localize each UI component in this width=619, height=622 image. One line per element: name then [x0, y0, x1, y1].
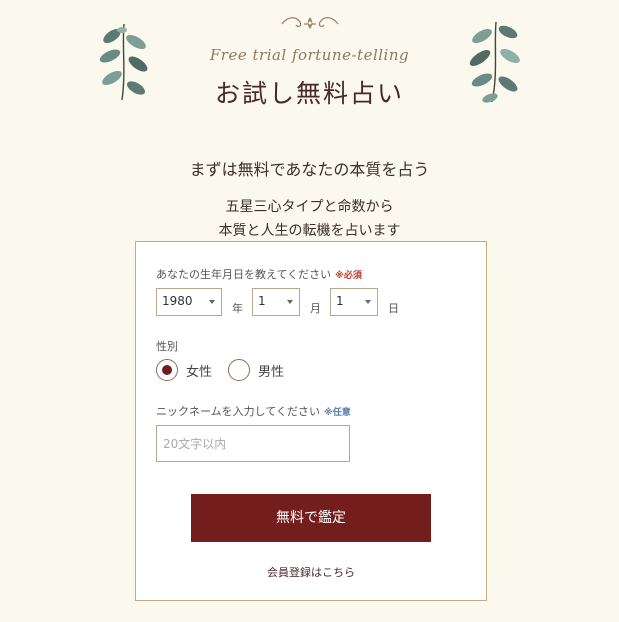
chevron-down-icon	[209, 300, 215, 304]
gender-male-label[interactable]: 男性	[258, 361, 284, 380]
birth-month-value: 1	[258, 294, 266, 308]
fortune-form: あなたの生年月日を教えてください ※必須 1980 年 1 月 1 日 性別 女性…	[135, 241, 487, 601]
nickname-label: ニックネームを入力してください ※任意	[156, 403, 351, 419]
birth-month-select[interactable]: 1	[252, 288, 300, 316]
ornament-icon	[281, 17, 339, 29]
gender-label: 性別	[156, 340, 178, 353]
required-badge: ※必須	[335, 271, 362, 281]
intro-line-2: 本質と人生の転機を占います	[218, 223, 401, 239]
gender-female-radio[interactable]	[156, 359, 178, 381]
month-unit: 月	[310, 302, 321, 315]
birth-year-value: 1980	[162, 294, 193, 308]
birth-day-value: 1	[336, 294, 344, 308]
intro-line-1: 五星三心タイプと命数から	[225, 199, 394, 215]
birth-date-label: あなたの生年月日を教えてください ※必須	[156, 266, 362, 282]
page-title: お試し無料占い	[214, 79, 404, 108]
birth-day-select[interactable]: 1	[330, 288, 378, 316]
script-subtitle: Free trial fortune-telling	[209, 46, 410, 64]
submit-button[interactable]: 無料で鑑定	[191, 494, 431, 542]
register-link[interactable]: 会員登録はこちら	[136, 564, 486, 580]
chevron-down-icon	[287, 300, 293, 304]
gender-female-label[interactable]: 女性	[186, 361, 212, 380]
birth-year-select[interactable]: 1980	[156, 288, 222, 316]
year-unit: 年	[232, 302, 243, 315]
birth-date-label-text: あなたの生年月日を教えてください	[156, 268, 332, 281]
lead-text: まずは無料であなたの本質を占う	[189, 160, 430, 179]
gender-male-radio[interactable]	[228, 359, 250, 381]
nickname-label-text: ニックネームを入力してください	[156, 405, 321, 418]
optional-badge: ※任意	[324, 408, 351, 418]
chevron-down-icon	[365, 300, 371, 304]
page-header: Free trial fortune-telling お試し無料占い	[0, 0, 619, 130]
nickname-input[interactable]	[156, 425, 350, 462]
day-unit: 日	[388, 302, 399, 315]
